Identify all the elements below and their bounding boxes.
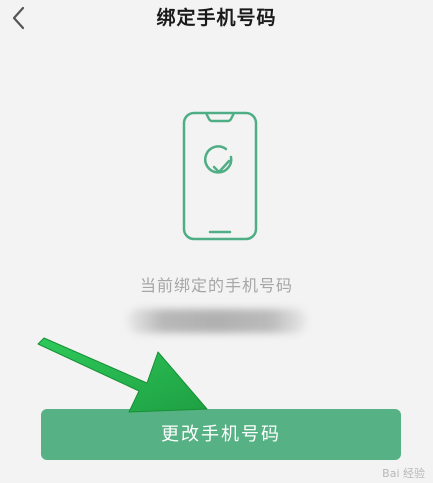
bound-number-caption: 当前绑定的手机号码: [139, 276, 293, 295]
change-phone-number-button[interactable]: 更改手机号码: [41, 409, 401, 460]
navigation-bar: 绑定手机号码: [0, 0, 433, 40]
masked-phone-number: [127, 309, 307, 333]
phone-check-icon: [182, 111, 258, 241]
watermark: Bai 经验: [382, 467, 425, 480]
page-title: 绑定手机号码: [156, 7, 277, 29]
